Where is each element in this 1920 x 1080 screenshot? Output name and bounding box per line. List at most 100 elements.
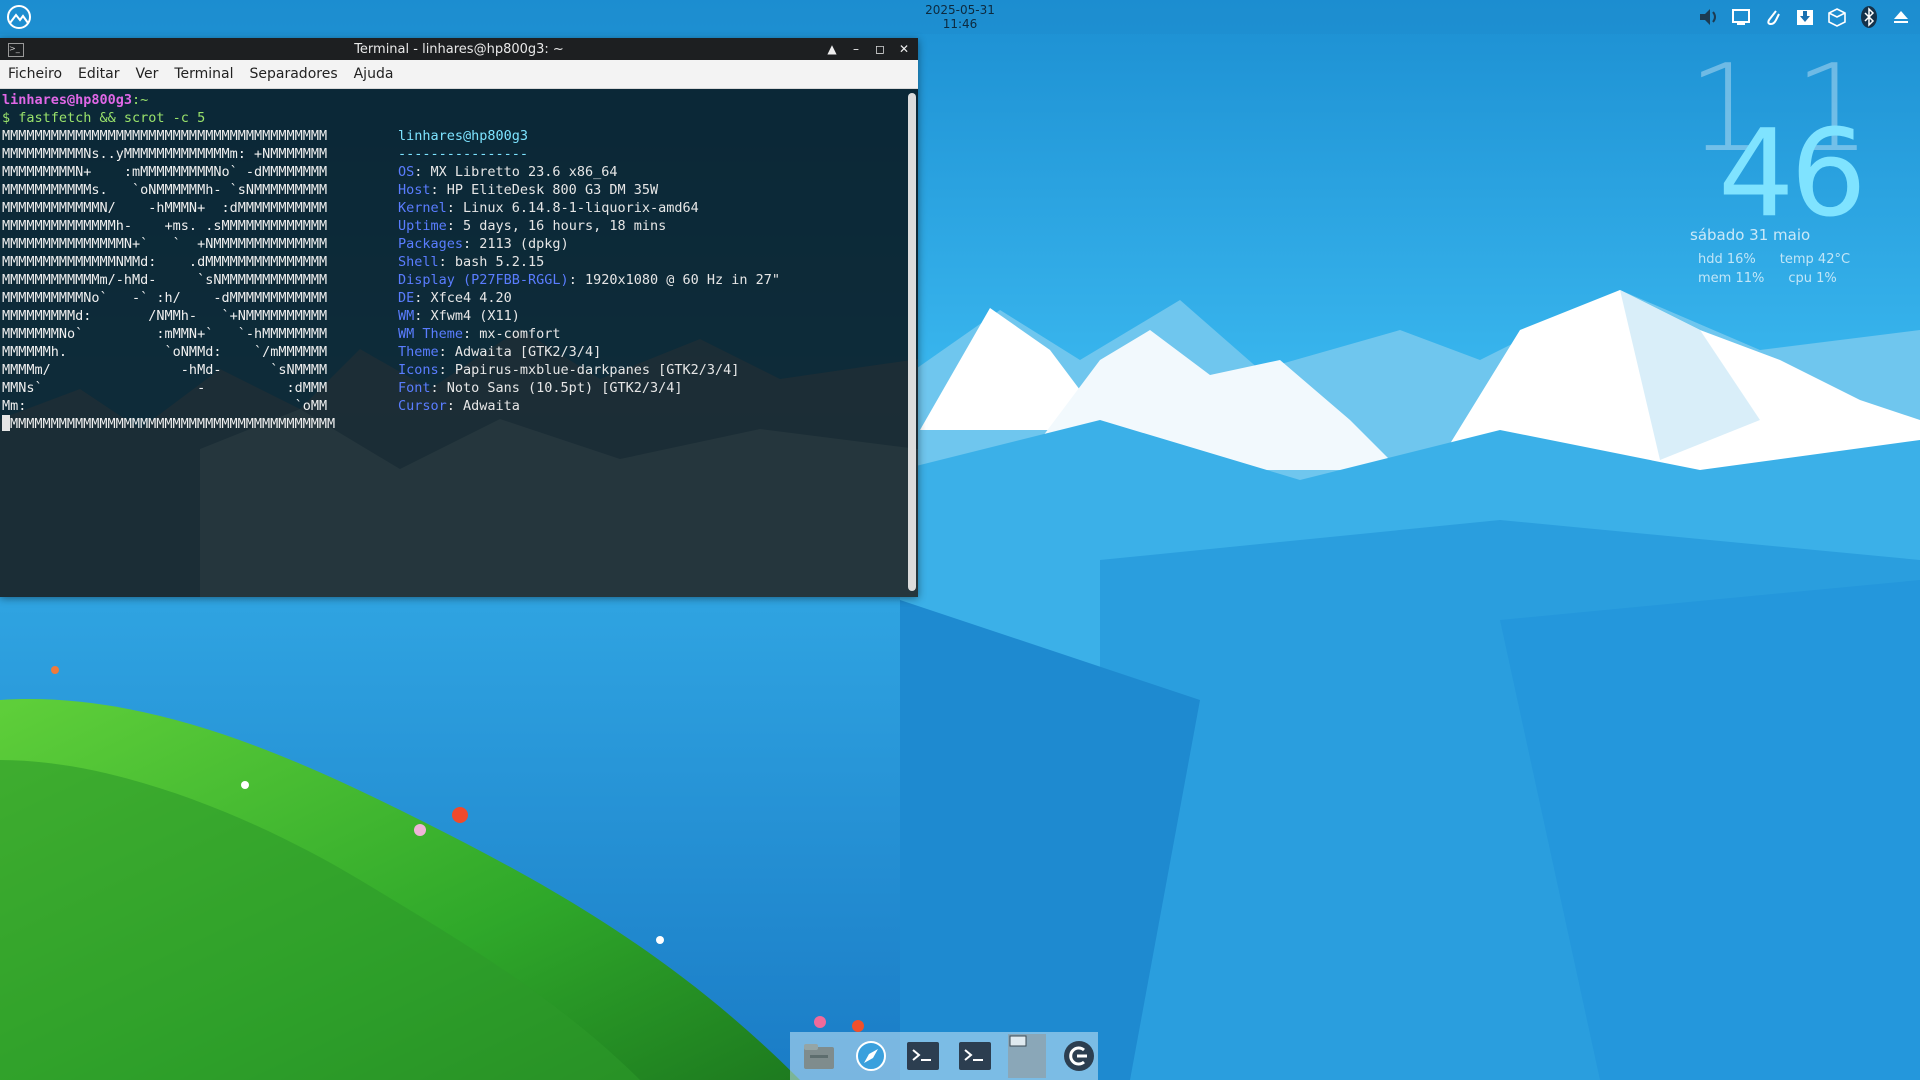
info-separator: ---------------- [398, 146, 529, 162]
logo-line: Mm: `oMM [2, 398, 328, 414]
maximize-icon[interactable]: ◻ [872, 40, 888, 58]
workspace-icon[interactable] [1008, 1034, 1046, 1078]
logo-line: MMMMMMMMMMMMMMMMMMMMMMMMMMMMMMMMMMMMMMMM [2, 128, 328, 144]
terminal-titlebar[interactable]: >_ Terminal - linhares@hp800g3: ~ ▲ – ◻ … [0, 38, 918, 60]
display-icon[interactable] [1730, 6, 1752, 28]
info-value: : HP EliteDesk 800 G3 DM 35W [430, 182, 659, 198]
info-value: : 2113 (dpkg) [463, 236, 569, 252]
info-key: Theme [398, 344, 439, 360]
volume-icon[interactable] [1698, 6, 1720, 28]
logo-line: MMMMm/ -hMd- `sNMMMM [2, 362, 328, 378]
logo-line: MMMMMMMMMMMs. `oNMMMMMMh- `sNMMMMMMMMM [2, 182, 328, 198]
info-value: : Adwaita [GTK2/3/4] [438, 344, 602, 360]
command-line: $ fastfetch && scrot -c 5 [2, 110, 206, 126]
info-key: Display (P27FBB-RGGL) [398, 272, 569, 288]
cpu-temp: temp 42°C [1779, 252, 1851, 267]
prompt-path: :~ [132, 92, 149, 108]
info-row: Display (P27FBB-RGGL): 1920x1080 @ 60 Hz… [398, 271, 780, 289]
info-key: Icons [398, 362, 439, 378]
terminal-app-icon[interactable]: >_ [8, 43, 24, 57]
dock [790, 1032, 1098, 1080]
updates-icon[interactable] [1794, 6, 1816, 28]
terminal-cursor [2, 415, 10, 431]
info-value: : MX Libretto 23.6 x86_64 [414, 164, 618, 180]
logo-line: MMMMMMh. `oNMMd: `/mMMMMMM [2, 344, 328, 360]
info-key: Packages [398, 236, 464, 252]
info-key: WM Theme [398, 326, 464, 342]
terminal-icon[interactable] [904, 1037, 942, 1075]
mem-usage: mem 11% [1698, 271, 1765, 286]
clock-date: sábado 31 maio [1690, 226, 1811, 244]
logo-line: MMMMMMMMMd: /NMMh- `+NMMMMMMMMMM [2, 308, 328, 324]
info-row: WM Theme: mx-comfort [398, 325, 780, 343]
logo-line-last: MMMMMMMMMMMMMMMMMMMMMMMMMMMMMMMMMMMMMMMM [2, 415, 335, 433]
terminal-active-icon[interactable] [956, 1037, 994, 1075]
info-row: Font: Noto Sans (10.5pt) [GTK2/3/4] [398, 379, 780, 397]
info-row: OS: MX Libretto 23.6 x86_64 [398, 163, 780, 181]
info-row: Uptime: 5 days, 16 hours, 18 mins [398, 217, 780, 235]
info-key: OS [398, 164, 415, 180]
info-row: Packages: 2113 (dpkg) [398, 235, 780, 253]
info-key: Font [398, 380, 431, 396]
logo-line: MMMMMMMMMN+ :mMMMMMMMMMNo` -dMMMMMMMM [2, 164, 328, 180]
bluetooth-icon[interactable] [1858, 6, 1880, 28]
terminal-output[interactable]: linhares@hp800g3:~ $ fastfetch && scrot … [0, 89, 918, 597]
system-tray [1698, 6, 1912, 28]
clock-minute: 46 [1718, 105, 1867, 244]
info-key: DE [398, 290, 415, 306]
hdd-usage: hdd 16% [1698, 252, 1756, 267]
window-title: Terminal - linhares@hp800g3: ~ [354, 41, 564, 57]
info-value: : mx-comfort [463, 326, 561, 342]
logo-line: MMMMMMMMMMMMMMNMMd: .dMMMMMMMMMMMMMMM [2, 254, 328, 270]
info-row: DE: Xfce4 4.20 [398, 289, 780, 307]
top-panel: 2025-05-31 11:46 [0, 0, 1920, 34]
info-key: Kernel [398, 200, 447, 216]
logo-line: MMMMMMMNo` :mMMN+` `-hMMMMMMMM [2, 326, 328, 342]
info-row: WM: Xfwm4 (X11) [398, 307, 780, 325]
menu-ver[interactable]: Ver [127, 66, 166, 82]
clip-icon[interactable] [1762, 6, 1784, 28]
logo-line: MMMMMMMMMMMMm/-hMd- `sNMMMMMMMMMMMMM [2, 272, 328, 288]
info-value: : Noto Sans (10.5pt) [GTK2/3/4] [430, 380, 683, 396]
eject-icon[interactable] [1890, 6, 1912, 28]
info-value: : Xfce4 4.20 [414, 290, 512, 306]
info-row: Theme: Adwaita [GTK2/3/4] [398, 343, 780, 361]
logout-icon[interactable] [1060, 1037, 1098, 1075]
desktop-clock: 11 46 [1688, 40, 1888, 244]
info-value: : Xfwm4 (X11) [414, 308, 520, 324]
logo-line: MMMMMMMMMMNs..yMMMMMMMMMMMMMm: +NMMMMMMM [2, 146, 328, 162]
menu-terminal[interactable]: Terminal [166, 66, 241, 82]
logo-line: MMNs` - :dMMM [2, 380, 328, 396]
info-key: Cursor [398, 398, 447, 414]
menu-separadores[interactable]: Separadores [242, 66, 346, 82]
info-value: : Papirus-mxblue-darkpanes [GTK2/3/4] [438, 362, 740, 378]
close-icon[interactable]: ✕ [896, 40, 912, 58]
panel-clock[interactable]: 2025-05-31 11:46 [925, 3, 995, 31]
shade-up-icon[interactable]: ▲ [824, 40, 840, 58]
info-key: Shell [398, 254, 439, 270]
info-key: Host [398, 182, 431, 198]
minimize-icon[interactable]: – [848, 40, 864, 58]
browser-icon[interactable] [852, 1037, 890, 1075]
mx-logo-icon[interactable] [6, 4, 32, 30]
menu-ficheiro[interactable]: Ficheiro [0, 66, 70, 82]
logo-line: MMMMMMMMMMNo` -` :h/ -dMMMMMMMMMMMM [2, 290, 328, 306]
file-manager-icon[interactable] [800, 1037, 838, 1075]
menu-ajuda[interactable]: Ajuda [346, 66, 402, 82]
info-key: Uptime [398, 218, 447, 234]
system-monitor: hdd 16% temp 42°C mem 11% cpu 1% [1698, 250, 1850, 288]
info-row: Host: HP EliteDesk 800 G3 DM 35W [398, 181, 780, 199]
prompt-area: linhares@hp800g3:~ $ fastfetch && scrot … [2, 91, 205, 127]
info-value: : 1920x1080 @ 60 Hz in 27" [568, 272, 781, 288]
system-info: linhares@hp800g3 ---------------- OS: MX L… [398, 127, 780, 415]
logo-line: MMMMMMMMMMMMMMh- +ms. .sMMMMMMMMMMMMM [2, 218, 328, 234]
terminal-scrollbar[interactable] [908, 93, 916, 591]
ascii-logo: MMMMMMMMMMMMMMMMMMMMMMMMMMMMMMMMMMMMMMMM… [2, 127, 335, 433]
info-row: Kernel: Linux 6.14.8-1-liquorix-amd64 [398, 199, 780, 217]
package-icon[interactable] [1826, 6, 1848, 28]
info-row: Shell: bash 5.2.15 [398, 253, 780, 271]
terminal-window[interactable]: >_ Terminal - linhares@hp800g3: ~ ▲ – ◻ … [0, 38, 918, 597]
menu-editar[interactable]: Editar [70, 66, 127, 82]
info-value: : 5 days, 16 hours, 18 mins [446, 218, 667, 234]
panel-date: 2025-05-31 [925, 3, 995, 17]
